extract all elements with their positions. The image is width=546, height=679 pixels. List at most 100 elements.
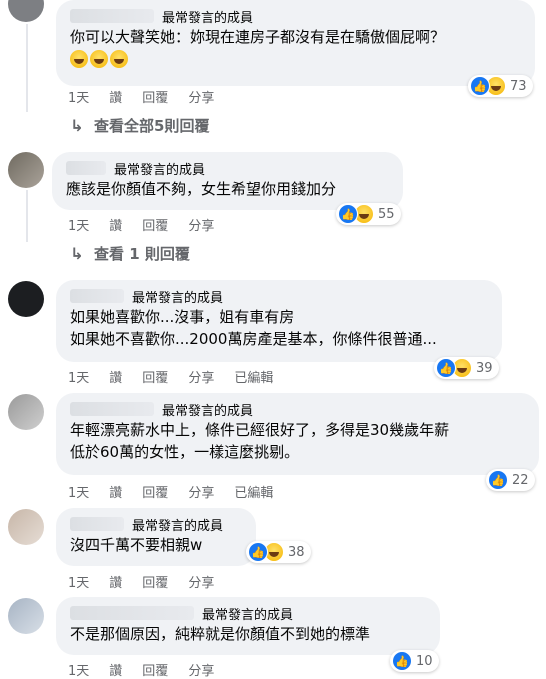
like-button[interactable]: 讚 [109, 482, 122, 501]
author-name-redacted[interactable] [70, 9, 154, 23]
reaction-summary[interactable]: 👍 39 [434, 357, 499, 379]
thumbs-up-icon: 👍 [470, 76, 490, 96]
reaction-summary[interactable]: 👍 22 [486, 469, 535, 491]
reply-button[interactable]: 回覆 [142, 482, 168, 501]
comment-text: 年輕漂亮薪水中上，條件已經很好了，多得是30幾歲年薪 [70, 421, 450, 439]
timestamp[interactable]: 1天 [68, 660, 89, 679]
comment-bubble: 最常發言的成員 如果她喜歡你...沒事，姐有車有房 如果她不喜歡你...2000… [56, 280, 502, 362]
comment-actions: 1天 讚 回覆 分享 已編輯 [68, 367, 273, 386]
thread-line [26, 190, 28, 242]
like-button[interactable]: 讚 [109, 87, 122, 106]
avatar[interactable] [8, 509, 44, 545]
timestamp[interactable]: 1天 [68, 367, 89, 386]
author-name-redacted[interactable] [70, 517, 124, 531]
reaction-count: 38 [288, 544, 305, 560]
comment-actions: 1天 讚 回覆 分享 [68, 87, 214, 106]
comment-text: 如果她不喜歡你...2000萬房產是基本，你條件很普通... [70, 330, 437, 348]
thread-line [26, 24, 28, 112]
top-fan-badge: 最常發言的成員 [132, 518, 224, 534]
timestamp[interactable]: 1天 [68, 482, 89, 501]
reaction-count: 39 [476, 360, 493, 376]
top-fan-badge: 最常發言的成員 [114, 162, 206, 178]
comment-text: 應該是你顏值不夠，女生希望你用錢加分 [66, 180, 337, 198]
emoji-row [70, 50, 523, 68]
comment-actions: 1天 讚 回覆 分享 已編輯 [68, 482, 273, 501]
comment-bubble: 最常發言的成員 年輕漂亮薪水中上，條件已經很好了，多得是30幾歲年薪 低於60萬… [56, 393, 539, 475]
timestamp[interactable]: 1天 [68, 215, 89, 234]
view-replies-label: 查看全部5則回覆 [94, 117, 210, 135]
top-fan-badge: 最常發言的成員 [162, 403, 254, 419]
comment-actions: 1天 讚 回覆 分享 [68, 215, 214, 234]
reply-button[interactable]: 回覆 [142, 87, 168, 106]
author-name-redacted[interactable] [66, 161, 106, 175]
thumbs-up-icon: 👍 [436, 358, 456, 378]
rolling-laughing-emoji-icon [110, 50, 128, 68]
avatar[interactable] [8, 152, 44, 188]
comment-text: 沒四千萬不要相親w [70, 536, 203, 554]
reaction-count: 22 [512, 472, 529, 488]
like-button[interactable]: 讚 [109, 572, 122, 591]
author-row: 最常發言的成員 [70, 514, 244, 534]
top-fan-badge: 最常發言的成員 [132, 290, 224, 306]
reaction-count: 10 [416, 653, 433, 669]
view-replies-link[interactable]: ↳ 查看全部5則回覆 [68, 115, 209, 136]
comment-bubble: 最常發言的成員 沒四千萬不要相親w [56, 508, 256, 566]
reaction-summary[interactable]: 👍 38 [246, 541, 311, 563]
comment-bubble: 最常發言的成員 不是那個原因，純粹就是你顏值不到她的標準 [56, 597, 440, 655]
comment-text: 不是那個原因，純粹就是你顏值不到她的標準 [70, 625, 371, 643]
comment-bubble: 最常發言的成員 應該是你顏值不夠，女生希望你用錢加分 [52, 152, 403, 210]
avatar[interactable] [8, 394, 44, 430]
author-row: 最常發言的成員 [70, 399, 527, 419]
comment-actions: 1天 讚 回覆 分享 [68, 572, 214, 591]
thumbs-up-icon: 👍 [338, 204, 358, 224]
avatar[interactable] [8, 281, 44, 317]
share-button[interactable]: 分享 [188, 572, 214, 591]
like-button[interactable]: 讚 [109, 660, 122, 679]
comment-text: 你可以大聲笑她：妳現在連房子都沒有是在驕傲個屁啊？ [70, 28, 446, 46]
view-replies-link[interactable]: ↳ 查看 1 則回覆 [68, 243, 190, 264]
reply-arrow-icon: ↳ [70, 244, 84, 263]
author-name-redacted[interactable] [70, 606, 194, 620]
comment-actions: 1天 讚 回覆 分享 [68, 660, 214, 679]
reply-button[interactable]: 回覆 [142, 572, 168, 591]
reaction-summary[interactable]: 👍 10 [390, 650, 439, 672]
avatar[interactable] [8, 598, 44, 634]
view-replies-label: 查看 1 則回覆 [94, 245, 190, 263]
author-name-redacted[interactable] [70, 289, 124, 303]
author-row: 最常發言的成員 [70, 603, 428, 623]
reaction-summary[interactable]: 👍 73 [468, 75, 533, 97]
reaction-count: 73 [510, 78, 527, 94]
comment-bubble: 最常發言的成員 你可以大聲笑她：妳現在連房子都沒有是在驕傲個屁啊？ [56, 0, 535, 86]
top-fan-badge: 最常發言的成員 [202, 607, 294, 623]
thumbs-up-icon: 👍 [392, 651, 412, 671]
share-button[interactable]: 分享 [188, 482, 214, 501]
edited-label[interactable]: 已編輯 [234, 482, 273, 501]
author-name-redacted[interactable] [70, 402, 154, 416]
reaction-summary[interactable]: 👍 55 [336, 203, 401, 225]
reply-button[interactable]: 回覆 [142, 215, 168, 234]
author-row: 最常發言的成員 [66, 158, 391, 178]
thumbs-up-icon: 👍 [248, 542, 268, 562]
comment-text: 如果她喜歡你...沒事，姐有車有房 [70, 308, 295, 326]
like-button[interactable]: 讚 [109, 215, 122, 234]
top-fan-badge: 最常發言的成員 [162, 10, 254, 26]
edited-label[interactable]: 已編輯 [234, 367, 273, 386]
rolling-laughing-emoji-icon [90, 50, 108, 68]
share-button[interactable]: 分享 [188, 367, 214, 386]
avatar[interactable] [8, 0, 44, 22]
share-button[interactable]: 分享 [188, 87, 214, 106]
like-button[interactable]: 讚 [109, 367, 122, 386]
reply-button[interactable]: 回覆 [142, 660, 168, 679]
timestamp[interactable]: 1天 [68, 87, 89, 106]
share-button[interactable]: 分享 [188, 215, 214, 234]
reply-button[interactable]: 回覆 [142, 367, 168, 386]
comment-text: 低於60萬的女性，一樣這麼挑剔。 [70, 443, 300, 461]
author-row: 最常發言的成員 [70, 286, 490, 306]
reply-arrow-icon: ↳ [70, 116, 84, 135]
author-row: 最常發言的成員 [70, 6, 523, 26]
rolling-laughing-emoji-icon [70, 50, 88, 68]
timestamp[interactable]: 1天 [68, 572, 89, 591]
share-button[interactable]: 分享 [188, 660, 214, 679]
thumbs-up-icon: 👍 [488, 470, 508, 490]
reaction-count: 55 [378, 206, 395, 222]
